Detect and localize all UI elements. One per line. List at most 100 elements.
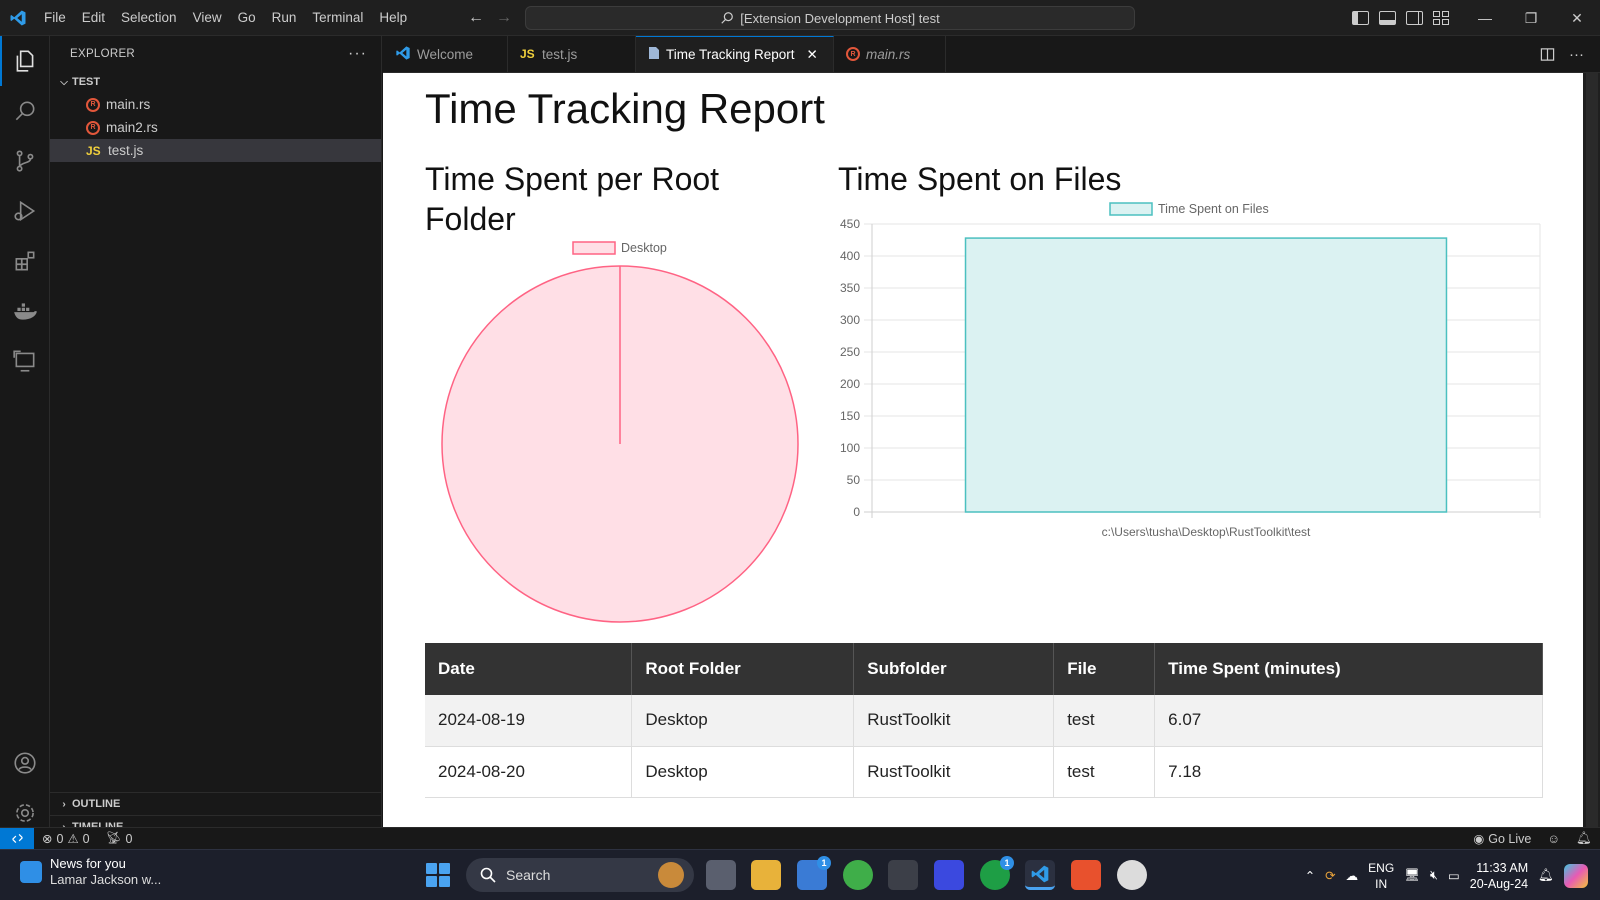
bar[interactable]: [964, 237, 1448, 513]
copilot-icon[interactable]: ☺: [1539, 832, 1568, 846]
toggle-sidebar-icon[interactable]: [1352, 11, 1369, 25]
more-actions-icon[interactable]: ···: [348, 45, 367, 63]
language-indicator[interactable]: ENG IN: [1368, 860, 1394, 892]
ms-store-icon[interactable]: 1: [797, 856, 831, 890]
command-center[interactable]: [Extension Development Host] test: [525, 6, 1135, 30]
file-item[interactable]: Rmain2.rs: [50, 116, 381, 139]
tab-welcome[interactable]: Welcome: [383, 36, 508, 72]
back-arrow-icon[interactable]: ←: [466, 9, 486, 27]
sync-icon[interactable]: ⟳: [1325, 868, 1335, 883]
menu-run[interactable]: Run: [264, 0, 305, 36]
clock-time: 11:33 AM: [1476, 860, 1529, 875]
customize-layout-icon[interactable]: [1433, 11, 1450, 25]
antenna-icon: 📡︎: [105, 831, 122, 845]
js-file-icon: JS: [86, 143, 101, 158]
explorer-title: EXPLORER: [70, 47, 136, 60]
menu-help[interactable]: Help: [371, 0, 415, 36]
restore-icon[interactable]: ❐: [1508, 0, 1554, 36]
docker-icon[interactable]: [0, 286, 50, 336]
table-cell: RustToolkit: [853, 746, 1055, 798]
table-cell: 7.18: [1154, 746, 1543, 798]
taskbar-search[interactable]: Search: [466, 858, 694, 892]
chrome-icon[interactable]: [1117, 860, 1147, 890]
run-debug-icon[interactable]: [0, 186, 50, 236]
error-count: 0: [56, 831, 64, 846]
tab-test-js[interactable]: JS test.js: [508, 36, 636, 72]
battery-icon[interactable]: ▭: [1448, 868, 1460, 883]
vscode-taskbar-icon[interactable]: [1025, 860, 1055, 890]
problems-indicator[interactable]: ⊗ 0 ⚠ 0: [34, 831, 98, 847]
spring-tool-icon[interactable]: [843, 860, 873, 890]
windows-start-icon[interactable]: [426, 863, 450, 887]
close-tab-icon[interactable]: ✕: [807, 47, 818, 63]
remote-explorer-icon[interactable]: [0, 336, 50, 386]
menu-terminal[interactable]: Terminal: [304, 0, 371, 36]
copilot-taskbar-icon[interactable]: [1564, 863, 1588, 888]
account-icon[interactable]: [0, 738, 50, 788]
table-cell: test: [1053, 746, 1156, 798]
y-tick-label: 150: [840, 409, 860, 423]
menu-selection[interactable]: Selection: [113, 0, 185, 36]
explorer-icon[interactable]: [0, 36, 50, 86]
split-editor-icon[interactable]: [1540, 47, 1555, 62]
remote-indicator-icon[interactable]: [0, 827, 34, 850]
preview-icon: [648, 46, 660, 63]
notification-center-icon[interactable]: 🔔︎: [1538, 868, 1554, 883]
ports-indicator[interactable]: 📡︎ 0: [98, 831, 141, 846]
file-item[interactable]: JS test.js: [50, 139, 381, 162]
toggle-panel-icon[interactable]: [1379, 11, 1396, 25]
minimize-icon[interactable]: —: [1462, 0, 1508, 36]
close-window-icon[interactable]: ✕: [1554, 0, 1600, 36]
menu-view[interactable]: View: [185, 0, 230, 36]
warning-count: 0: [82, 831, 90, 846]
weather-news-icon: [20, 861, 42, 883]
column-header: Subfolder: [853, 643, 1055, 695]
volume-muted-icon[interactable]: 🔇︎: [1430, 868, 1438, 883]
bar-chart: Time Spent on Files 0 50 100 150 200 250 300 350…: [840, 202, 1541, 539]
forward-arrow-icon[interactable]: →: [494, 9, 514, 27]
toggle-secondary-sidebar-icon[interactable]: [1406, 11, 1423, 25]
source-control-icon[interactable]: [0, 136, 50, 186]
activity-bar: [0, 36, 50, 838]
clock[interactable]: 11:33 AM 20-Aug-24: [1470, 860, 1528, 892]
status-bar: ⊗ 0 ⚠ 0 📡︎ 0 ◉ Go Live ☺ 🔔︎: [0, 827, 1600, 850]
search-sidebar-icon[interactable]: [0, 86, 50, 136]
notifications-bell-icon[interactable]: 🔔︎: [1568, 831, 1600, 846]
rust-file-icon: R: [86, 120, 100, 135]
table-cell: 2024-08-20: [425, 746, 633, 798]
file-name: main.rs: [106, 97, 151, 112]
show-hidden-icons-chevron-icon[interactable]: ⌃: [1305, 868, 1315, 883]
y-tick-label: 100: [840, 441, 860, 455]
menu-edit[interactable]: Edit: [74, 0, 113, 36]
news-widget[interactable]: News for you Lamar Jackson w...: [20, 856, 161, 888]
task-view-icon[interactable]: [706, 860, 736, 890]
window-controls: — ❐ ✕: [1462, 0, 1600, 36]
outline-section[interactable]: › OUTLINE: [50, 792, 382, 815]
go-live-button[interactable]: ◉ Go Live: [1465, 831, 1539, 847]
visual-studio-icon[interactable]: [934, 860, 964, 890]
chevron-right-icon: ›: [62, 798, 66, 810]
clock-date: 20-Aug-24: [1469, 876, 1529, 891]
menu-go[interactable]: Go: [230, 0, 264, 36]
brave-browser-icon[interactable]: [1071, 860, 1101, 890]
folder-test-header[interactable]: ⌵ TEST: [50, 71, 381, 93]
table-body: 2024-08-19 Desktop RustToolkit test 6.07 2024…: [425, 695, 1543, 798]
explorer-header: EXPLORER ···: [50, 36, 381, 71]
bar-legend-label: Time Spent on Files: [1158, 202, 1269, 216]
extensions-icon[interactable]: [0, 236, 50, 286]
y-tick-label: 200: [840, 377, 860, 391]
unity-icon[interactable]: [888, 860, 918, 890]
search-highlight-icon: [658, 862, 684, 888]
tab-time-tracking-report[interactable]: Time Tracking Report ✕: [636, 36, 834, 72]
store-badge: 1: [817, 856, 831, 870]
network-icon[interactable]: 🖥︎: [1404, 868, 1420, 883]
tab-main-rs[interactable]: Rmain.rs: [834, 36, 946, 72]
editor-scrollbar[interactable]: [1583, 73, 1600, 827]
more-editor-actions-icon[interactable]: ···: [1569, 46, 1584, 63]
menu-file[interactable]: File: [36, 0, 74, 36]
onedrive-cloud-icon[interactable]: ☁: [1346, 868, 1359, 883]
file-item[interactable]: Rmain.rs: [50, 93, 381, 116]
xbox-icon[interactable]: 1: [980, 856, 1014, 890]
file-explorer-icon[interactable]: [751, 860, 781, 890]
column-header: File: [1053, 643, 1156, 695]
